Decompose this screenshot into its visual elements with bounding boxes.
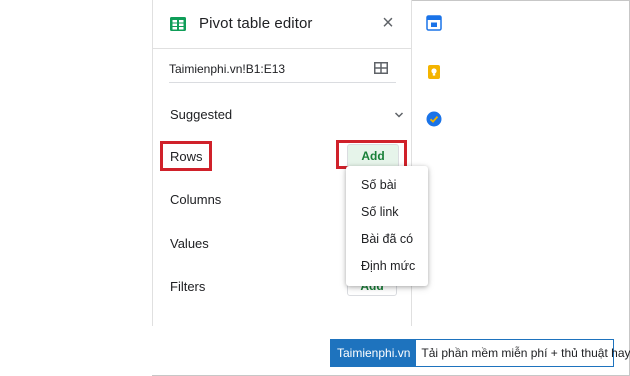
watermark-banner: Taimienphi.vn Tải phần mềm miễn phí + th… xyxy=(330,339,630,367)
filters-label: Filters xyxy=(170,279,206,294)
grid-select-icon[interactable] xyxy=(374,62,388,74)
menu-item-bai-da-co[interactable]: Bài đã có xyxy=(361,232,413,246)
sheets-icon xyxy=(170,17,186,31)
editor-title: Pivot table editor xyxy=(199,15,313,32)
add-highlight xyxy=(336,140,407,169)
data-range-field[interactable]: Taimienphi.vn!B1:E13 xyxy=(169,52,396,83)
values-label: Values xyxy=(170,236,209,251)
menu-item-so-link[interactable]: Số link xyxy=(361,205,399,219)
add-field-menu: Số bài Số link Bài đã có Định mức xyxy=(346,166,428,286)
sheet-area xyxy=(0,0,152,376)
data-range-text: Taimienphi.vn!B1:E13 xyxy=(169,62,286,76)
calendar-icon[interactable] xyxy=(426,15,442,31)
columns-label: Columns xyxy=(170,192,222,207)
editor-header: Pivot table editor × xyxy=(153,0,411,49)
close-icon[interactable]: × xyxy=(380,13,396,33)
suggested-label[interactable]: Suggested xyxy=(170,107,232,122)
tasks-icon[interactable] xyxy=(426,111,442,127)
brand-tagline: Tải phần mềm miễn phí + thủ thuật hay xyxy=(421,346,630,360)
menu-item-dinh-muc[interactable]: Định mức xyxy=(361,259,415,273)
menu-item-so-bai[interactable]: Số bài xyxy=(361,178,396,192)
rows-highlight xyxy=(160,141,212,171)
keep-icon[interactable] xyxy=(426,64,442,80)
brand-logo: Taimienphi.vn xyxy=(331,340,417,366)
chevron-down-icon[interactable] xyxy=(394,110,404,120)
